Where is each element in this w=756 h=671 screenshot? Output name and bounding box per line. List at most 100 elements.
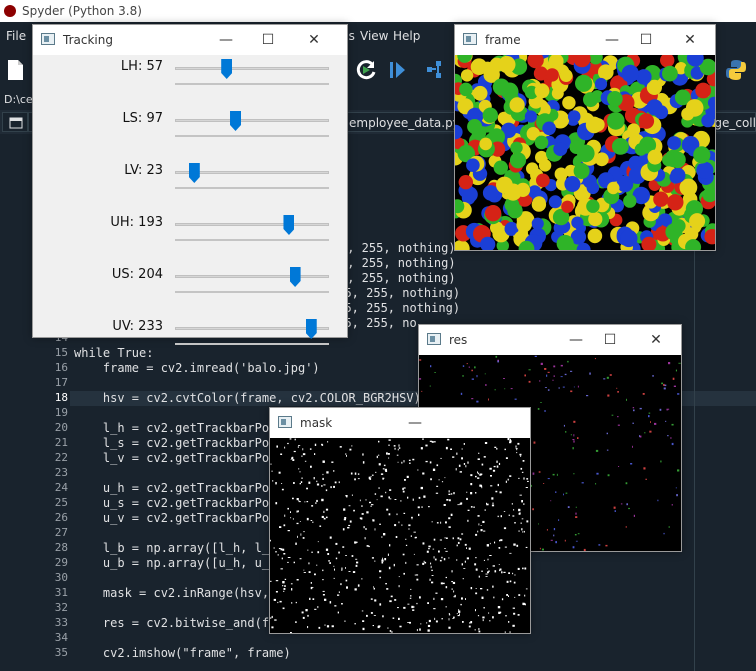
browse-tabs-icon[interactable] [2,112,28,132]
trackbar-row: US: 204 [33,265,343,303]
mask-image [270,438,530,633]
window-app-icon [427,333,441,345]
minimize-button[interactable]: — [601,29,623,51]
menu-file[interactable]: File [6,29,26,43]
tab-employee-data[interactable]: employee_data.py [342,112,467,132]
code-line[interactable]: hsv = cv2.cvtColor(frame, cv2.COLOR_BGR2… [74,391,421,405]
code-line[interactable]: l_v = cv2.getTrackbarPos [74,451,276,465]
code-line[interactable]: l_h = cv2.getTrackbarPos [74,421,276,435]
trackbar-ticks [175,291,329,293]
line-number: 35 [54,646,68,659]
line-number: 24 [54,481,68,494]
trackbar-ticks [175,343,329,345]
line-number: 22 [54,451,68,464]
trackbar-row: LH: 57 [33,57,343,95]
trackbar-row: LV: 23 [33,161,343,199]
trackbar-label: UV: 233 [112,319,163,334]
window-title: res [449,333,468,347]
trackbar-thumb[interactable] [283,215,295,235]
trackbar-slider[interactable] [175,67,329,70]
trackbar-slider[interactable] [175,223,329,226]
code-line[interactable]: 0, 255, nothing) [340,271,456,285]
window-titlebar[interactable]: mask — [270,408,530,438]
trackbar-panel: LH: 57 LS: 97 LV: 23 UH: 193 US: 204 UV: 233 [33,55,347,345]
window-title: mask [300,416,333,430]
window-title: frame [485,33,521,47]
maximize-button[interactable]: ☐ [257,29,279,51]
trackbar-row: LS: 97 [33,109,343,147]
code-line[interactable]: mask = cv2.inRange(hsv, [74,586,269,600]
trackbar-thumb[interactable] [305,319,317,339]
run-cell-advance-icon[interactable] [354,58,380,82]
code-line[interactable]: frame = cv2.imread('balo.jpg') [74,361,320,375]
maximize-button[interactable]: ☐ [635,29,657,51]
code-line[interactable]: 255, 255, nothing) [330,301,460,315]
line-number: 32 [54,601,68,614]
code-line[interactable]: 255, 255, nothing) [330,286,460,300]
code-line[interactable]: l_s = cv2.getTrackbarPos [74,436,276,450]
menu-view[interactable]: View [360,29,388,43]
code-line[interactable]: 0, 255, nothing) [340,241,456,255]
window-title: Tracking [63,33,113,47]
python-icon[interactable] [724,58,750,82]
trackbar-label: LH: 57 [120,59,163,74]
window-titlebar[interactable]: Tracking — ☐ ✕ [33,25,347,55]
minimize-button[interactable]: — [404,412,426,434]
trackbar-thumb[interactable] [230,111,242,131]
mask-window[interactable]: mask — [269,407,531,634]
window-app-icon [41,33,55,45]
trackbar-label: LS: 97 [122,111,163,126]
new-file-icon[interactable] [4,58,30,82]
close-button[interactable]: ✕ [679,29,701,51]
maximize-button[interactable]: ☐ [599,329,621,351]
line-number: 26 [54,511,68,524]
trackbar-thumb[interactable] [289,267,301,287]
trackbar-ticks [175,187,329,189]
trackbar-ticks [175,83,329,85]
line-number: 34 [54,631,68,644]
close-button[interactable]: ✕ [303,29,325,51]
trackbar-row: UV: 233 [33,317,343,355]
window-titlebar[interactable]: res — ☐ ✕ [419,325,681,355]
continue-execution-icon[interactable] [424,58,450,82]
code-line[interactable]: l_b = np.array([l_h, l_s [74,541,276,555]
line-number: 18 [54,391,68,404]
line-number: 25 [54,496,68,509]
line-number: 33 [54,616,68,629]
debug-step-icon[interactable] [386,58,412,82]
code-line[interactable]: u_v = cv2.getTrackbarPos [74,511,276,525]
window-app-icon [463,33,477,45]
trackbar-thumb[interactable] [221,59,233,79]
window-titlebar[interactable]: frame — ☐ ✕ [455,25,715,55]
trackbar-slider[interactable] [175,119,329,122]
trackbar-slider[interactable] [175,275,329,278]
line-number: 29 [54,556,68,569]
code-line[interactable]: cv2.imshow("frame", frame) [74,646,291,660]
code-line[interactable]: u_h = cv2.getTrackbarPos [74,481,276,495]
trackbar-row: UH: 193 [33,213,343,251]
minimize-button[interactable]: — [565,329,587,351]
close-button[interactable]: ✕ [645,329,667,351]
line-number: 20 [54,421,68,434]
line-number: 19 [54,406,68,419]
trackbar-label: LV: 23 [124,163,163,178]
tracking-window[interactable]: Tracking — ☐ ✕ LH: 57 LS: 97 LV: 23 UH: 193… [32,24,348,345]
trackbar-ticks [175,135,329,137]
code-line[interactable]: u_b = np.array([u_h, u_s [74,556,276,570]
window-app-icon [278,416,292,428]
trackbar-ticks [175,239,329,241]
line-number: 21 [54,436,68,449]
app-title: Spyder (Python 3.8) [22,4,142,18]
trackbar-thumb[interactable] [188,163,200,183]
line-number: 16 [54,361,68,374]
frame-window[interactable]: frame — ☐ ✕ [454,24,716,251]
line-number: 23 [54,466,68,479]
line-number: 30 [54,571,68,584]
code-line[interactable]: 0, 255, nothing) [340,256,456,270]
trackbar-label: UH: 193 [110,215,163,230]
menu-help[interactable]: Help [393,29,420,43]
app-titlebar: Spyder (Python 3.8) [0,0,756,22]
code-line[interactable]: u_s = cv2.getTrackbarPos [74,496,276,510]
minimize-button[interactable]: — [215,29,237,51]
line-number: 27 [54,526,68,539]
